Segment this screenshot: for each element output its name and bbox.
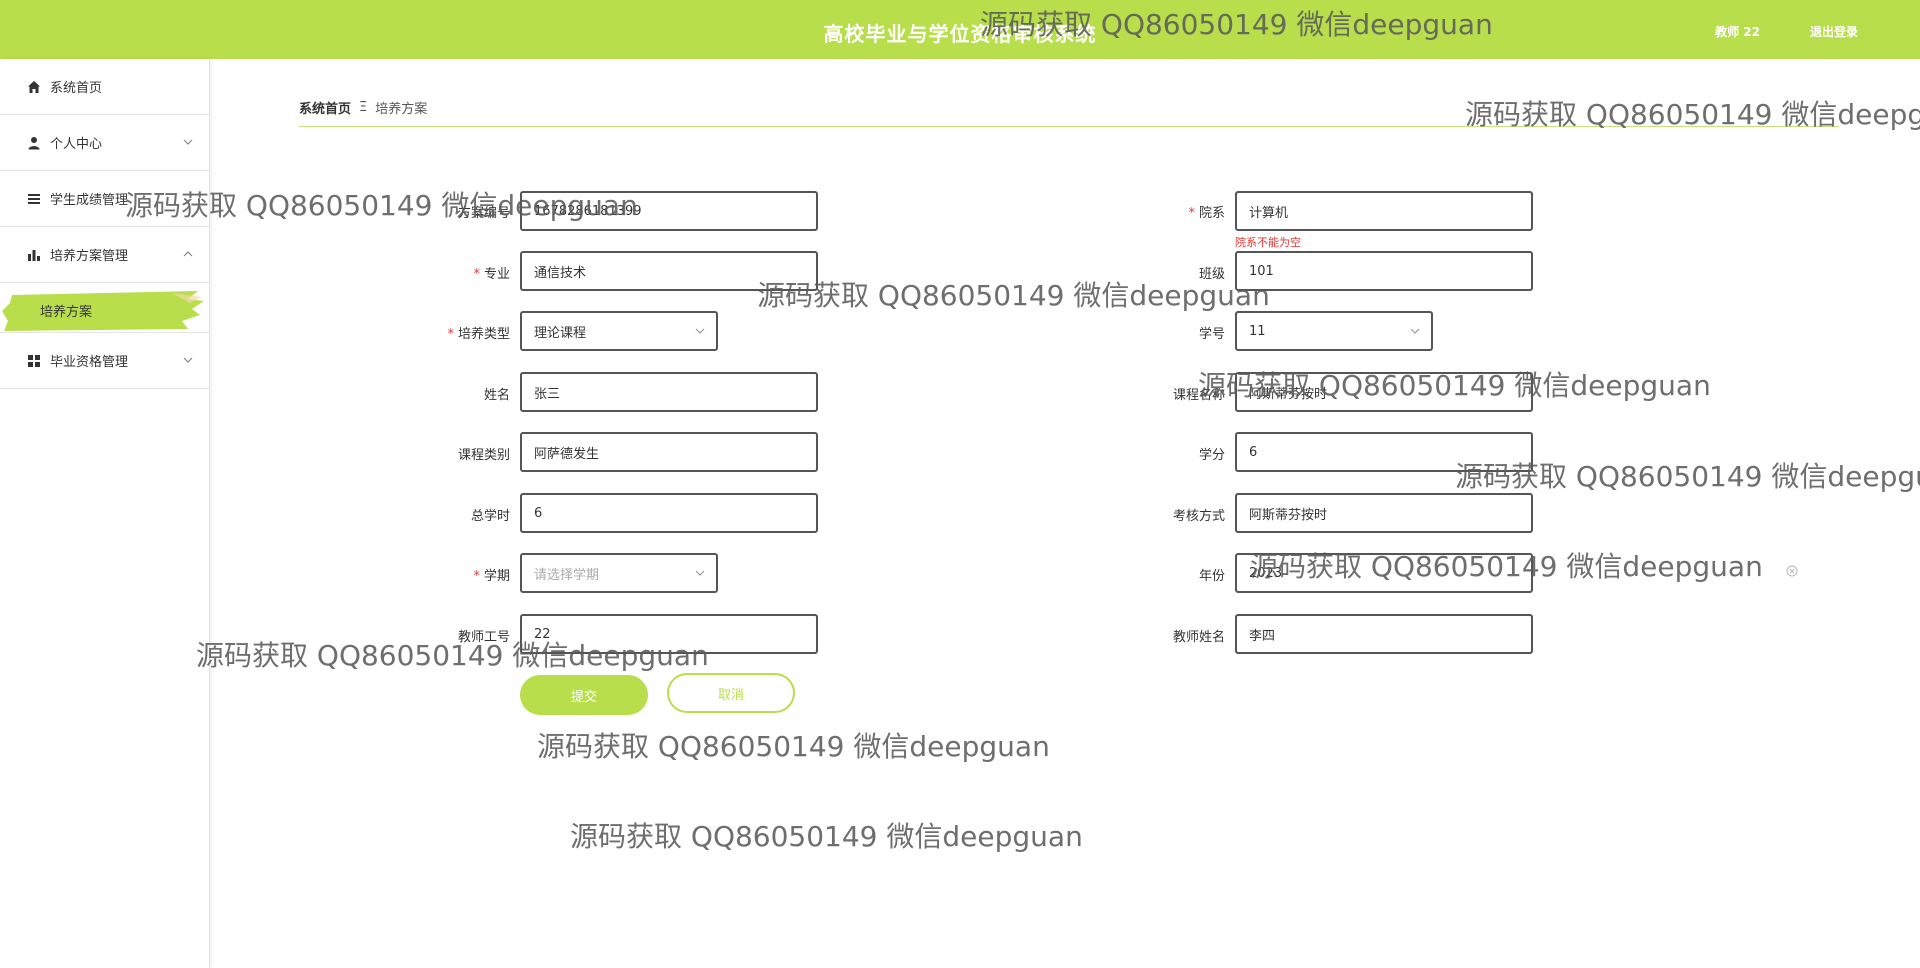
user-icon <box>26 135 42 151</box>
sidebar-item-grade-management[interactable]: 学生成绩管理 <box>0 171 209 227</box>
active-highlight <box>2 291 204 331</box>
sidebar-item-label: 个人中心 <box>50 137 103 152</box>
major-field[interactable]: 通信技术 <box>520 251 818 291</box>
cancel-button[interactable]: 取消 <box>667 673 795 713</box>
breadcrumb-home[interactable]: 系统首页 <box>299 98 351 117</box>
logout-button[interactable]: 退出登录 <box>1810 23 1858 40</box>
breadcrumb: 系统首页 Ξ 培养方案 <box>299 98 427 117</box>
sidebar-item-label: 毕业资格管理 <box>50 355 129 370</box>
department-field[interactable]: 计算机 <box>1235 191 1533 231</box>
top-header: 高校毕业与学位资格审核系统 教师 22 退出登录 <box>0 0 1920 59</box>
year-field[interactable]: 2023 <box>1235 553 1533 593</box>
sidebar-item-home[interactable]: 系统首页 <box>0 59 209 115</box>
semester-label: * 学期 <box>473 569 510 584</box>
sidebar: 系统首页 个人中心 学生成绩管理 培养方案管理 培养方案 毕业资格管理 <box>0 59 210 968</box>
chevron-down-icon <box>695 570 705 576</box>
class-label: 班级 <box>1198 267 1225 282</box>
watermark: 源码获取 QQ86050149 微信deepguan <box>537 730 1050 763</box>
breadcrumb-separator: Ξ <box>359 100 368 115</box>
course-category-label: 课程类别 <box>457 448 510 463</box>
watermark: 源码获取 QQ86050149 微信deepguan <box>1465 98 1920 131</box>
chevron-down-icon <box>183 357 193 363</box>
grid-icon <box>26 353 42 369</box>
train-type-label: * 培养类型 <box>447 327 510 342</box>
name-field[interactable]: 张三 <box>520 372 818 412</box>
watermark: 源码获取 QQ86050149 微信deepguan <box>570 820 1083 853</box>
student-no-label: 学号 <box>1198 327 1225 342</box>
chevron-down-icon <box>695 328 705 334</box>
course-name-field[interactable]: 阿斯蒂芬按时 <box>1235 372 1533 412</box>
year-label: 年份 <box>1198 569 1225 584</box>
total-hours-label: 总学时 <box>470 509 510 524</box>
plan-no-label: 方案编号 <box>457 206 510 221</box>
semester-select[interactable]: 请选择学期 <box>520 553 718 593</box>
credit-field[interactable]: 6 <box>1235 432 1533 472</box>
train-type-select[interactable]: 理论课程 <box>520 311 718 351</box>
chevron-up-icon <box>183 251 193 257</box>
sidebar-item-label: 培养方案管理 <box>50 249 129 264</box>
credit-label: 学分 <box>1198 448 1225 463</box>
sidebar-item-label: 学生成绩管理 <box>50 193 129 208</box>
breadcrumb-divider <box>299 126 1839 127</box>
chevron-down-icon <box>183 139 193 145</box>
exam-method-label: 考核方式 <box>1172 509 1225 524</box>
clear-icon[interactable] <box>1786 565 1798 577</box>
student-no-select[interactable]: 11 <box>1235 311 1433 351</box>
sidebar-item-graduation-qualification[interactable]: 毕业资格管理 <box>0 333 209 389</box>
teacher-name-field[interactable]: 李四 <box>1235 614 1533 654</box>
sidebar-subitem-training-plan[interactable]: 培养方案 <box>0 283 209 333</box>
plan-no-field[interactable]: 1678286181399 <box>520 191 818 231</box>
app-title: 高校毕业与学位资格审核系统 <box>823 22 1097 46</box>
exam-method-field[interactable]: 阿斯蒂芬按时 <box>1235 493 1533 533</box>
course-category-field[interactable]: 阿萨德发生 <box>520 432 818 472</box>
department-label: * 院系 <box>1188 206 1225 221</box>
sidebar-item-training-plan-management[interactable]: 培养方案管理 <box>0 227 209 283</box>
class-field[interactable]: 101 <box>1235 251 1533 291</box>
submit-button[interactable]: 提交 <box>520 675 648 715</box>
major-label: * 专业 <box>473 267 510 282</box>
sidebar-item-label: 培养方案 <box>40 305 93 320</box>
name-label: 姓名 <box>483 388 510 403</box>
sidebar-item-label: 系统首页 <box>50 81 103 96</box>
department-error: 院系不能为空 <box>1235 236 1301 249</box>
teacher-no-label: 教师工号 <box>457 630 510 645</box>
course-name-label: 课程名称 <box>1172 388 1225 403</box>
bar-chart-icon <box>26 247 42 263</box>
teacher-name-label: 教师姓名 <box>1172 630 1225 645</box>
chevron-down-icon <box>1410 328 1420 334</box>
teacher-no-field[interactable]: 22 <box>520 614 818 654</box>
home-icon <box>26 79 42 95</box>
total-hours-field[interactable]: 6 <box>520 493 818 533</box>
list-icon <box>26 191 42 207</box>
sidebar-item-personal-center[interactable]: 个人中心 <box>0 115 209 171</box>
breadcrumb-current: 培养方案 <box>375 102 428 117</box>
current-user[interactable]: 教师 22 <box>1715 23 1760 40</box>
